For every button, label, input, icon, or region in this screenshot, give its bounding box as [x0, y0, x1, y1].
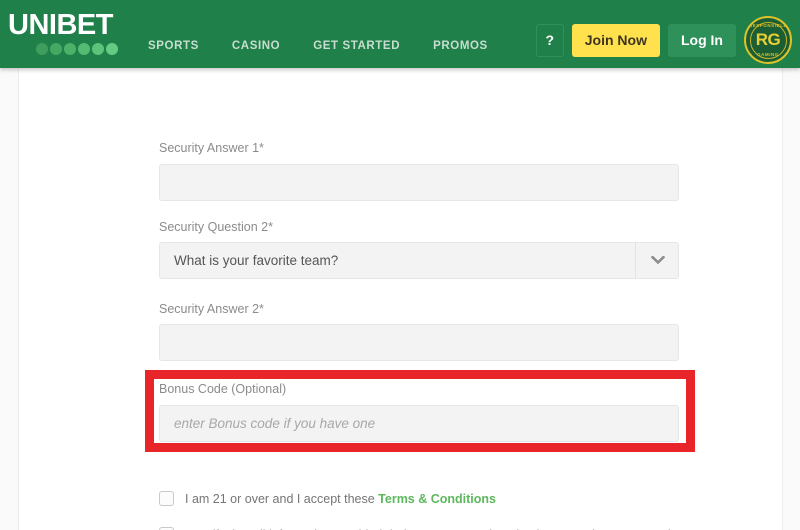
bonus-code-label: Bonus Code (Optional): [159, 382, 287, 396]
rg-top-text: RESPONSIBLE: [748, 23, 788, 28]
bonus-code-field-wrap: [159, 405, 679, 442]
agreement-row-certify: I certify that all information provided …: [159, 526, 679, 530]
logo-dot-4: [78, 43, 90, 55]
security-answer-1-label: Security Answer 1*: [159, 141, 264, 155]
brand-wordmark: UNIBET: [8, 9, 113, 41]
main-navigation: SPORTS CASINO GET STARTED PROMOS: [148, 40, 488, 52]
nav-item-casino[interactable]: CASINO: [232, 40, 280, 52]
logo-dot-1: [36, 43, 48, 55]
unibet-logo[interactable]: UNIBET: [8, 10, 128, 55]
logo-dots: [36, 43, 128, 55]
join-now-button[interactable]: Join Now: [571, 23, 660, 57]
log-in-button[interactable]: Log In: [668, 23, 736, 57]
page-body: Security Answer 1* Security Question 2* …: [0, 68, 800, 530]
rg-bottom-text: GAMING: [757, 52, 779, 57]
rg-initials: RG: [755, 30, 781, 49]
content-container: Security Answer 1* Security Question 2* …: [18, 68, 783, 530]
nav-item-sports[interactable]: SPORTS: [148, 40, 199, 52]
logo-dot-3: [64, 43, 76, 55]
responsible-gaming-badge-icon[interactable]: RESPONSIBLE RG GAMING: [744, 16, 792, 64]
site-header: UNIBET SPORTS CASINO GET STARTED PROMOS …: [0, 0, 800, 68]
registration-page: UNIBET SPORTS CASINO GET STARTED PROMOS …: [0, 0, 800, 530]
security-question-2-select[interactable]: What is your favorite team?: [159, 242, 679, 279]
bonus-code-input[interactable]: [159, 405, 679, 442]
security-answer-1-field-wrap: [159, 164, 679, 201]
certify-text: I certify that all information provided …: [185, 526, 679, 530]
chevron-down-icon[interactable]: [635, 242, 679, 279]
security-answer-1-input[interactable]: [159, 164, 679, 201]
age-terms-text-before: I am 21 or over and I accept these: [185, 492, 379, 506]
age-terms-checkbox[interactable]: [159, 491, 174, 506]
terms-conditions-link[interactable]: Terms & Conditions: [378, 492, 496, 506]
logo-dot-5: [92, 43, 104, 55]
logo-dot-2: [50, 43, 62, 55]
security-question-2-select-wrap: What is your favorite team?: [159, 242, 679, 279]
age-terms-text: I am 21 or over and I accept these Terms…: [185, 490, 496, 508]
help-button[interactable]: ?: [535, 23, 564, 57]
nav-item-get-started[interactable]: GET STARTED: [313, 40, 400, 52]
security-answer-2-label: Security Answer 2*: [159, 302, 264, 316]
agreement-row-age-terms: I am 21 or over and I accept these Terms…: [159, 490, 679, 508]
security-question-2-label: Security Question 2*: [159, 220, 273, 234]
security-answer-2-field-wrap: [159, 324, 679, 361]
nav-item-promos[interactable]: PROMOS: [433, 40, 488, 52]
header-actions: ? Join Now Log In RESPONSIBLE RG GAMING: [535, 16, 792, 64]
logo-dot-6: [106, 43, 118, 55]
agreements-section: I am 21 or over and I accept these Terms…: [159, 490, 679, 530]
security-answer-2-input[interactable]: [159, 324, 679, 361]
